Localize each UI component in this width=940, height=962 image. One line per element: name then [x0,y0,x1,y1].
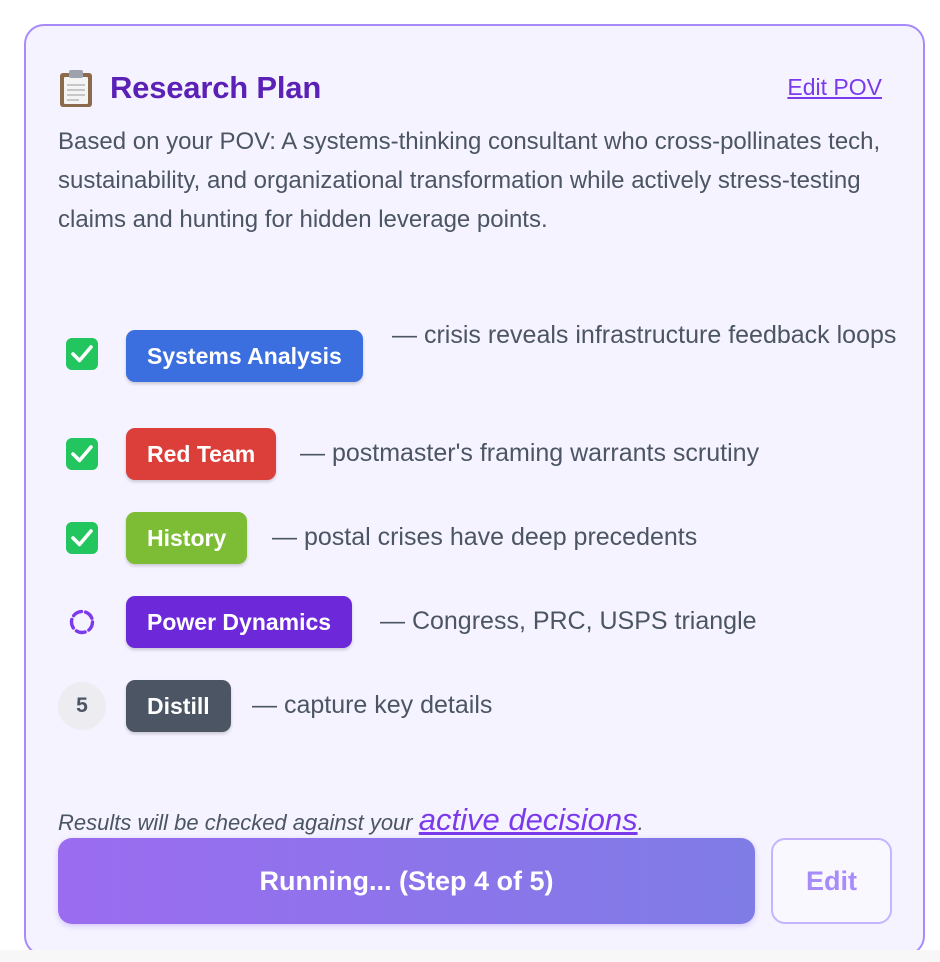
step-status [58,330,106,378]
step-description: — postmaster's framing warrants scrutiny [300,439,760,467]
step-status: 5 [58,682,106,730]
edit-pov-link[interactable]: Edit POV [787,74,882,101]
active-decisions-link[interactable]: active decisions [419,802,638,837]
step-tag: Distill [126,680,231,732]
step-description: — capture key details [252,691,493,719]
step-description: — postal crises have deep precedents [272,523,698,551]
check-icon [66,338,98,370]
step-description: — Congress, PRC, USPS triangle [380,607,757,635]
step-status [58,598,106,646]
edit-button[interactable]: Edit [771,838,892,924]
research-plan-card: Research Plan Edit POV Based on your POV… [24,24,925,956]
spinner-icon [68,608,96,636]
check-icon [66,522,98,554]
clipboard-icon [58,68,94,108]
step-tag: Power Dynamics [126,596,353,648]
step-item: Red Team — postmaster's framing warrants… [58,428,898,480]
step-description: — crisis reveals infrastructure feedback… [392,321,897,349]
note-suffix: . [637,810,644,835]
page-bottom-strip [0,950,940,962]
step-tag: Systems Analysis [126,330,363,382]
step-status [58,514,106,562]
pov-description: Based on your POV: A systems-thinking co… [58,128,881,233]
step-item: Systems Analysis — crisis reveals infras… [58,320,898,398]
step-status [58,430,106,478]
step-item: 5 Distill — capture key details [58,680,898,732]
card-header: Research Plan Edit POV [58,68,882,108]
step-tag: Red Team [126,428,277,480]
card-title: Research Plan [110,70,322,105]
step-item: Power Dynamics — Congress, PRC, USPS tri… [58,596,898,648]
run-status-button[interactable]: Running... (Step 4 of 5) [58,838,755,924]
note-prefix: Results will be checked against your [58,810,419,835]
step-tag: History [126,512,248,564]
step-number: 5 [58,682,106,730]
check-icon [66,438,98,470]
decisions-note: Results will be checked against your act… [58,802,644,838]
step-item: History — postal crises have deep preced… [58,512,898,564]
